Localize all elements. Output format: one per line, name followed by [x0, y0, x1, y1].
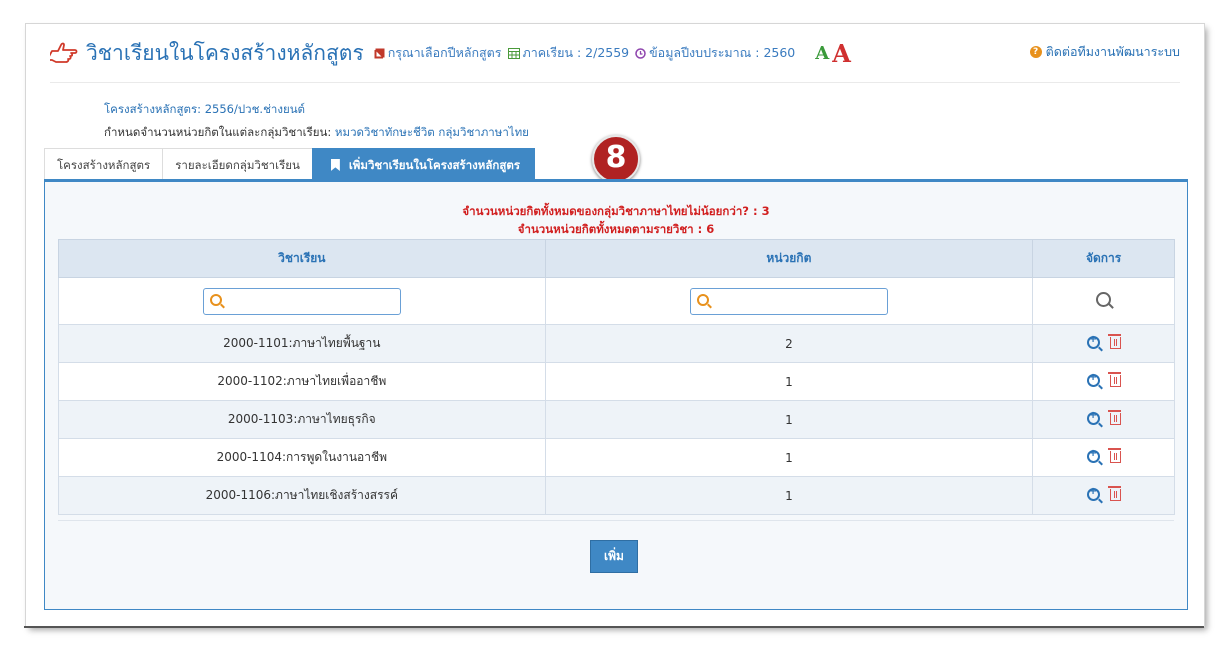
credits-cell: 1 [544, 362, 1034, 401]
budget-year-label: ข้อมูลปีงบประมาณ : 2560 [649, 45, 796, 60]
column-header-subject[interactable]: วิชาเรียน [58, 239, 546, 278]
add-button[interactable]: เพิ่ม [590, 540, 638, 573]
table-row: 2000-1103:ภาษาไทยธุรกิจ 1 [58, 400, 1175, 439]
trash-icon[interactable] [1107, 410, 1121, 426]
subject-search-input[interactable] [202, 287, 401, 315]
subject-cell: 2000-1106:ภาษาไทยเชิงสร้างสรรค์ [58, 476, 546, 515]
bookmark-icon [330, 159, 340, 171]
view-icon[interactable] [1086, 486, 1100, 501]
column-header-actions: จัดการ [1032, 239, 1175, 278]
credit-info: กำหนดจำนวนหน่วยกิตในแต่ละกลุ่มวิชาเรียน:… [104, 124, 529, 142]
calendar-icon [507, 48, 520, 59]
font-increase-button[interactable]: A [832, 39, 851, 68]
subject-cell: 2000-1104:การพูดในงานอาชีพ [58, 438, 546, 477]
tab-panel: จำนวนหน่วยกิตทั้งหมดของกลุ่มวิชาภาษาไทยไ… [44, 179, 1188, 610]
semester-label: ภาคเรียน : 2/2559 [522, 45, 630, 60]
search-icon[interactable] [1096, 292, 1112, 307]
tab-structure[interactable]: โครงสร้างหลักสูตร [44, 148, 164, 181]
select-year-link[interactable]: กรุณาเลือกปีหลักสูตร [388, 43, 502, 63]
tab-add-subject[interactable]: เพิ่มวิชาเรียนในโครงสร้างหลักสูตร [311, 148, 536, 181]
contact-label: ติดต่อทีมงานพัฒนาระบบ [1045, 44, 1180, 59]
credits-cell: 1 [544, 438, 1034, 477]
view-icon[interactable] [1086, 448, 1100, 463]
trash-icon[interactable] [1107, 486, 1121, 502]
search-icon [209, 293, 222, 306]
structure-info: โครงสร้างหลักสูตร: 2556/ปวช.ช่างยนต์ [104, 102, 306, 116]
trash-icon[interactable] [1107, 448, 1121, 464]
subject-cell: 2000-1102:ภาษาไทยเพื่ออาชีพ [58, 362, 546, 401]
table-row: 2000-1106:ภาษาไทยเชิงสร้างสรรค์ 1 [58, 476, 1175, 515]
total-credit-warning: จำนวนหน่วยกิตทั้งหมดตามรายวิชา : 6 [517, 222, 715, 236]
table-row: 2000-1102:ภาษาไทยเพื่ออาชีพ 1 [58, 362, 1175, 401]
page-title: วิชาเรียนในโครงสร้างหลักสูตร [86, 40, 364, 65]
contact-link[interactable]: ? ติดต่อทีมงานพัฒนาระบบ [1029, 42, 1180, 62]
header-divider [50, 82, 1180, 83]
view-icon[interactable] [1086, 334, 1100, 349]
credits-cell: 1 [544, 400, 1034, 439]
view-icon[interactable] [1086, 410, 1100, 425]
column-header-credits[interactable]: หน่วยกิต [544, 239, 1034, 278]
credits-cell: 2 [544, 324, 1034, 363]
filter-row [58, 277, 1175, 325]
pointing-hand-icon [50, 42, 78, 63]
tab-group-details[interactable]: รายละเอียดกลุ่มวิชาเรียน [162, 148, 313, 181]
subject-cell: 2000-1103:ภาษาไทยธุรกิจ [58, 400, 546, 439]
app-window: วิชาเรียนในโครงสร้างหลักสูตร กรุณาเลือกป… [26, 24, 1204, 626]
bottom-rule [24, 626, 1204, 628]
group-credit-warning: จำนวนหน่วยกิตทั้งหมดของกลุ่มวิชาภาษาไทยไ… [462, 204, 770, 218]
step-number-badge: 8 [592, 135, 640, 183]
search-icon [696, 293, 709, 306]
trash-icon[interactable] [1107, 334, 1121, 350]
credits-cell: 1 [544, 476, 1034, 515]
table-row: 2000-1101:ภาษาไทยพื้นฐาน 2 [58, 324, 1175, 363]
clock-icon [635, 47, 646, 59]
page-header: วิชาเรียนในโครงสร้างหลักสูตร กรุณาเลือกป… [50, 38, 851, 68]
question-icon: ? [1029, 46, 1042, 58]
book-icon [374, 48, 385, 58]
subject-cell: 2000-1101:ภาษาไทยพื้นฐาน [58, 324, 546, 363]
trash-icon[interactable] [1107, 372, 1121, 388]
view-icon[interactable] [1086, 372, 1100, 387]
tab-bar: โครงสร้างหลักสูตร รายละเอียดกลุ่มวิชาเรี… [44, 146, 536, 181]
tab-add-subject-label: เพิ่มวิชาเรียนในโครงสร้างหลักสูตร [348, 158, 521, 172]
credits-search-input[interactable] [689, 287, 888, 315]
panel-divider [58, 520, 1174, 521]
font-decrease-button[interactable]: A [815, 43, 829, 64]
table-row: 2000-1104:การพูดในงานอาชีพ 1 [58, 438, 1175, 477]
subjects-table: วิชาเรียน หน่วยกิต จัดการ 2000-1101:ภาษา… [58, 239, 1175, 515]
credit-info-value: หมวดวิชาทักษะชีวิต กลุ่มวิชาภาษาไทย [334, 125, 529, 139]
credit-info-label: กำหนดจำนวนหน่วยกิตในแต่ละกลุ่มวิชาเรียน: [104, 125, 332, 139]
